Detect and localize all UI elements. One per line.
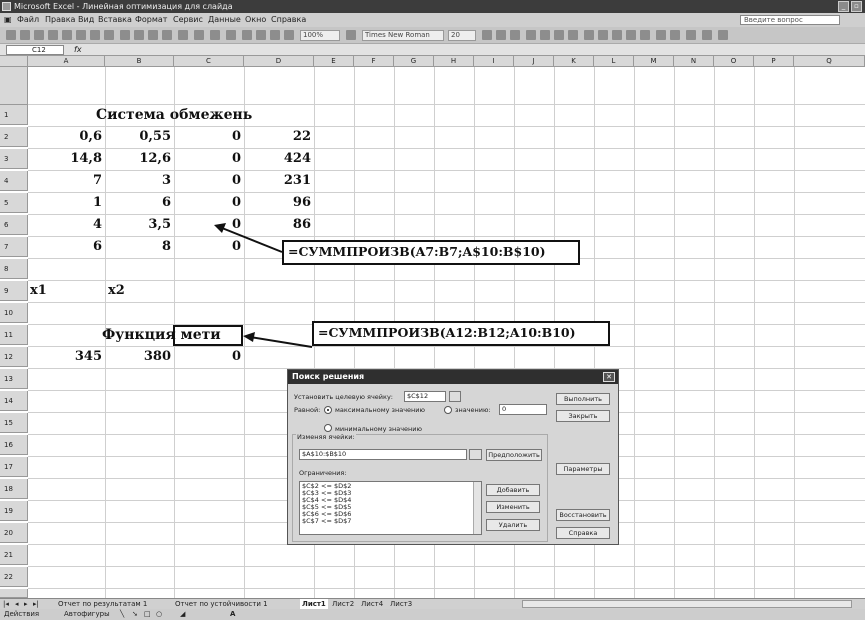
help-button[interactable]: Справка xyxy=(556,527,610,539)
arrow-head-bottom xyxy=(243,332,255,342)
font-color-icon[interactable]: A xyxy=(230,609,235,620)
constraint-item[interactable]: $C$7 <= $D$7 xyxy=(302,518,479,525)
tab-sheet1[interactable]: Лист1 xyxy=(300,599,328,609)
changing-cells-label: Изменяя ячейки: xyxy=(296,433,356,441)
oval-icon[interactable]: ○ xyxy=(156,609,162,620)
actions-menu[interactable]: Действия xyxy=(4,609,39,620)
guess-button[interactable]: Предположить xyxy=(486,449,542,461)
add-constraint-button[interactable]: Добавить xyxy=(486,484,540,496)
tab-scroll-prev-icon[interactable]: ◂ xyxy=(15,599,19,609)
constraints-label: Ограничения: xyxy=(299,469,347,477)
options-button[interactable]: Параметры xyxy=(556,463,610,475)
formula-callout-top: =СУММПРОИЗВ(A7:B7;A$10:B$10) xyxy=(282,240,580,265)
equal-to-label: Равной: xyxy=(294,406,321,414)
tab-sensitivity-report[interactable]: Отчет по устойчивости 1 xyxy=(175,599,268,609)
dialog-title: Поиск решения xyxy=(288,370,618,384)
tab-sheet2[interactable]: Лист2 xyxy=(332,599,354,609)
delete-constraint-button[interactable]: Удалить xyxy=(486,519,540,531)
target-cell-label: Установить целевую ячейку: xyxy=(294,393,393,401)
arrow-line-bottom xyxy=(249,336,313,348)
collapse-changing-icon[interactable] xyxy=(469,449,482,460)
tab-sheet3[interactable]: Лист3 xyxy=(390,599,412,609)
value-input[interactable]: 0 xyxy=(499,404,547,415)
tab-scroll-last-icon[interactable]: ▸| xyxy=(33,599,39,609)
solve-button[interactable]: Выполнить xyxy=(556,393,610,405)
target-cell-input[interactable]: $C$12 xyxy=(404,391,446,402)
collapse-dialog-icon[interactable] xyxy=(449,391,461,402)
arrow-icon[interactable]: ➘ xyxy=(132,609,138,620)
tab-scroll-first-icon[interactable]: |◂ xyxy=(3,599,9,609)
rectangle-icon[interactable]: □ xyxy=(144,609,151,620)
constraints-list[interactable]: $C$2 <= $D$2 $C$3 <= $D$3 $C$4 <= $D$4 $… xyxy=(299,481,482,535)
value-radio[interactable] xyxy=(444,406,452,414)
line-icon[interactable]: ╲ xyxy=(120,609,124,620)
tab-sheet4[interactable]: Лист4 xyxy=(361,599,383,609)
max-radio[interactable] xyxy=(324,406,332,414)
formula-callout-bottom: =СУММПРОИЗВ(A12:B12;A10:B10) xyxy=(312,321,610,346)
changing-cells-input[interactable]: $A$10:$B$10 xyxy=(299,449,467,460)
fill-icon[interactable]: ◢ xyxy=(180,609,185,620)
dialog-close-icon[interactable]: ✕ xyxy=(603,372,615,382)
value-radio-label: значению: xyxy=(455,406,491,414)
close-button[interactable]: Закрыть xyxy=(556,410,610,422)
drawing-toolbar: Действия Автофигуры ╲ ➘ □ ○ ◢ A xyxy=(0,609,865,620)
tab-scroll-next-icon[interactable]: ▸ xyxy=(24,599,28,609)
max-radio-label: максимальному значению xyxy=(335,406,426,414)
horizontal-scrollbar[interactable] xyxy=(522,600,852,608)
constraints-scrollbar[interactable] xyxy=(473,482,481,534)
tab-results-report[interactable]: Отчет по результатам 1 xyxy=(58,599,147,609)
min-radio[interactable] xyxy=(324,424,332,432)
solver-dialog: Поиск решения ✕ Установить целевую ячейк… xyxy=(287,369,619,545)
min-radio-label: минимальному значению xyxy=(335,425,422,433)
autoshapes-menu[interactable]: Автофигуры xyxy=(64,609,110,620)
sheet-tab-bar: |◂ ◂ ▸ ▸| Отчет по результатам 1 Отчет п… xyxy=(0,598,865,609)
arrow-line-top xyxy=(221,227,283,253)
change-constraint-button[interactable]: Изменить xyxy=(486,501,540,513)
reset-all-button[interactable]: Восстановить xyxy=(556,509,610,521)
